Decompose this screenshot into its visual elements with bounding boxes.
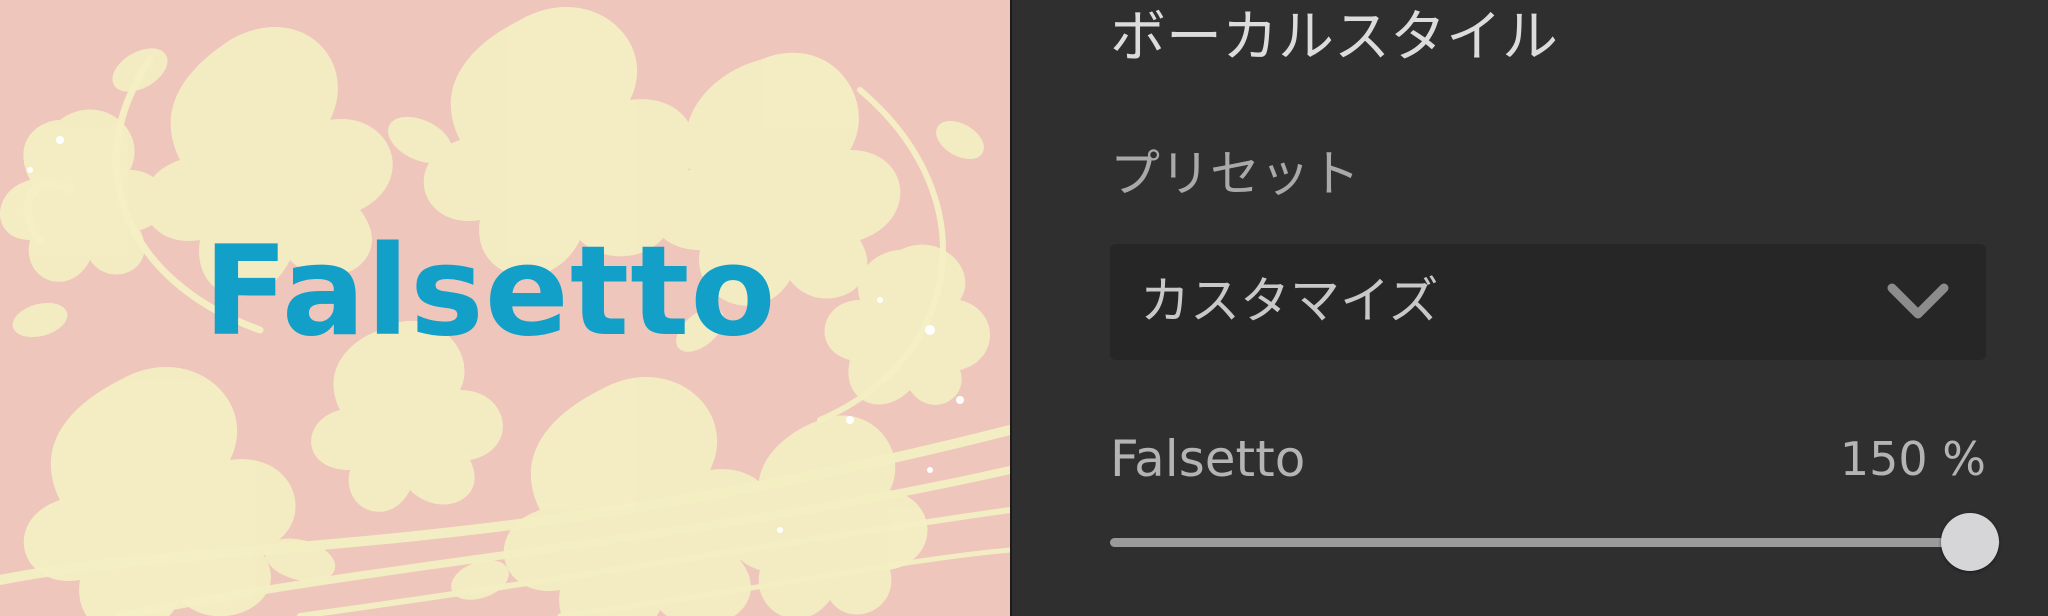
falsetto-label: Falsetto [1110,430,1306,488]
settings-panel: ボーカルスタイル プリセット カスタマイズ Falsetto 150 % [1012,0,2048,616]
vocal-style-screen: Falsetto ボーカルスタイル プリセット カスタマイズ Falsetto … [0,0,2048,616]
chevron-down-icon [1887,283,1949,319]
artwork-title: Falsetto [203,220,777,364]
falsetto-value: 150 % [1839,432,1986,486]
section-title: ボーカルスタイル [1110,5,1558,70]
falsetto-slider[interactable] [1110,512,2000,572]
slider-thumb[interactable] [1941,513,1999,571]
artwork-panel: Falsetto [0,0,1010,616]
preset-selected-value: カスタマイズ [1140,272,1439,330]
slider-fill [1110,538,1970,547]
preset-label: プリセット [1110,145,1360,203]
preset-dropdown[interactable]: カスタマイズ [1110,244,1986,360]
